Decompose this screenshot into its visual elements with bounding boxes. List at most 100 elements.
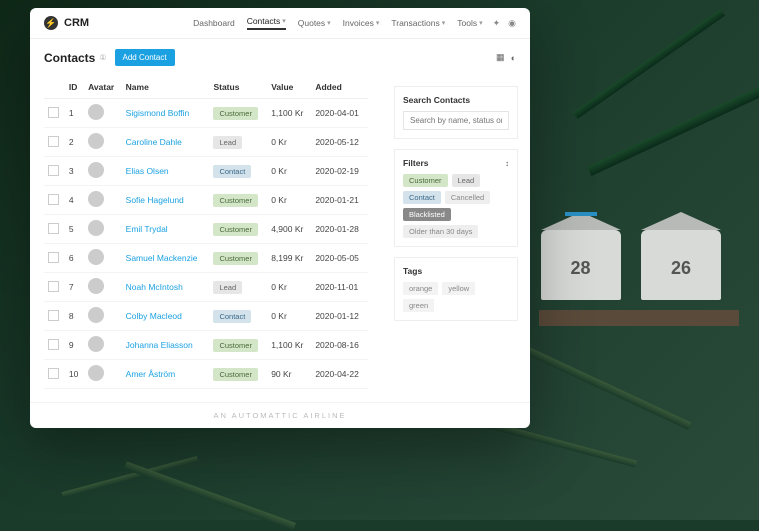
avatar[interactable] <box>88 365 104 381</box>
filter-tag[interactable]: Lead <box>452 174 481 187</box>
filter-tag[interactable]: Blacklisted <box>403 208 451 221</box>
avatar[interactable] <box>88 220 104 236</box>
row-value: 0 Kr <box>267 128 311 157</box>
row-checkbox[interactable] <box>48 194 59 205</box>
row-checkbox[interactable] <box>48 165 59 176</box>
filter-tag[interactable]: Contact <box>403 191 441 204</box>
row-added: 2020-05-05 <box>311 244 368 273</box>
brand-logo[interactable]: ⚡ CRM <box>44 16 89 30</box>
chevron-down-icon: ▾ <box>442 19 446 27</box>
contact-name-link[interactable]: Amer Åström <box>126 369 176 379</box>
filters-panel-title: Filters <box>403 158 429 168</box>
footer-text: AN AUTOMATTIC AIRLINE <box>30 402 530 428</box>
nav-item-quotes[interactable]: Quotes▾ <box>298 18 331 28</box>
status-badge: Customer <box>213 223 258 236</box>
avatar[interactable] <box>88 307 104 323</box>
table-row: 8Colby MacleodContact0 Kr2020-01-12 <box>44 302 368 331</box>
contact-name-link[interactable]: Caroline Dahle <box>126 137 182 147</box>
avatar[interactable] <box>88 278 104 294</box>
avatar[interactable] <box>88 104 104 120</box>
row-value: 90 Kr <box>267 360 311 389</box>
row-checkbox[interactable] <box>48 368 59 379</box>
column-header[interactable]: Avatar <box>84 76 122 99</box>
filters-collapse-icon[interactable]: ↕ <box>505 159 509 168</box>
notifications-icon[interactable]: ✦ <box>493 18 501 29</box>
row-checkbox[interactable] <box>48 252 59 263</box>
row-checkbox[interactable] <box>48 310 59 321</box>
topbar: ⚡ CRM Dashboard Contacts▾ Quotes▾ Invoices▾… <box>30 8 530 39</box>
column-header[interactable]: Name <box>122 76 210 99</box>
more-icon[interactable]: ◐ <box>511 53 516 63</box>
column-header[interactable]: Added <box>311 76 368 99</box>
status-badge: Lead <box>213 281 242 294</box>
table-row: 1Sigismond BoffinCustomer1,100 Kr2020-04… <box>44 99 368 128</box>
filter-tag[interactable]: Cancelled <box>445 191 490 204</box>
contact-name-link[interactable]: Noah McIntosh <box>126 282 183 292</box>
tag-pill[interactable]: green <box>403 299 434 312</box>
row-id: 5 <box>65 215 84 244</box>
contacts-table-wrap: IDAvatarNameStatusValueAdded 1 Sigismond … <box>30 76 382 402</box>
row-value: 1,100 Kr <box>267 331 311 360</box>
filter-tag[interactable]: Older than 30 days <box>403 225 478 238</box>
row-added: 2020-05-12 <box>311 128 368 157</box>
table-row: 7Noah McIntoshLead0 Kr2020-11-01 <box>44 273 368 302</box>
status-badge: Customer <box>213 339 258 352</box>
row-added: 2020-01-28 <box>311 215 368 244</box>
row-value: 8,199 Kr <box>267 244 311 273</box>
user-circle-icon[interactable]: ◉ <box>508 18 516 29</box>
tags-panel: Tags orangeyellowgreen <box>394 257 518 321</box>
filters-panel: Filters ↕ Customer Lead Contact Cancelled Bl… <box>394 149 518 247</box>
contact-name-link[interactable]: Sigismond Boffin <box>126 108 190 118</box>
row-id: 1 <box>65 99 84 128</box>
mailbox: 26 <box>641 230 721 300</box>
row-checkbox[interactable] <box>48 281 59 292</box>
tag-pill[interactable]: yellow <box>442 282 475 295</box>
nav-item-contacts[interactable]: Contacts▾ <box>247 16 286 30</box>
chevron-down-icon: ▾ <box>327 19 331 27</box>
row-added: 2020-04-01 <box>311 99 368 128</box>
bolt-icon: ⚡ <box>44 16 58 30</box>
nav-item-tools[interactable]: Tools▾ <box>457 18 482 28</box>
row-checkbox[interactable] <box>48 136 59 147</box>
contact-name-link[interactable]: Elias Olsen <box>126 166 169 176</box>
sidebar: Search Contacts Filters ↕ Customer Lead Co… <box>382 76 530 402</box>
filter-tag[interactable]: Customer <box>403 174 448 187</box>
layout-toggle-icon[interactable]: ▦ <box>496 52 505 63</box>
contacts-table: IDAvatarNameStatusValueAdded 1 Sigismond … <box>44 76 368 389</box>
chevron-down-icon: ▾ <box>479 19 483 27</box>
status-badge: Customer <box>213 368 258 381</box>
avatar[interactable] <box>88 191 104 207</box>
tag-pill[interactable]: orange <box>403 282 438 295</box>
avatar[interactable] <box>88 133 104 149</box>
table-row: 9Johanna EliassonCustomer1,100 Kr2020-08… <box>44 331 368 360</box>
contact-name-link[interactable]: Samuel Mackenzie <box>126 253 198 263</box>
nav-item-transactions[interactable]: Transactions▾ <box>391 18 445 28</box>
search-panel: Search Contacts <box>394 86 518 139</box>
nav-item-invoices[interactable]: Invoices▾ <box>343 18 380 28</box>
row-id: 9 <box>65 331 84 360</box>
contact-name-link[interactable]: Sofie Hagelund <box>126 195 184 205</box>
column-header[interactable]: ID <box>65 76 84 99</box>
row-added: 2020-04-22 <box>311 360 368 389</box>
search-panel-title: Search Contacts <box>403 95 509 105</box>
column-header[interactable]: Value <box>267 76 311 99</box>
table-row: 3Elias OlsenContact0 Kr2020-02-19 <box>44 157 368 186</box>
column-header[interactable]: Status <box>209 76 267 99</box>
mailbox-number: 26 <box>641 258 721 279</box>
row-checkbox[interactable] <box>48 339 59 350</box>
nav-item-dashboard[interactable]: Dashboard <box>193 18 235 28</box>
row-added: 2020-11-01 <box>311 273 368 302</box>
search-input[interactable] <box>403 111 509 130</box>
page-title: Contacts <box>44 51 95 65</box>
avatar[interactable] <box>88 162 104 178</box>
row-checkbox[interactable] <box>48 223 59 234</box>
add-contact-button[interactable]: Add Contact <box>115 49 175 66</box>
status-badge: Contact <box>213 165 251 178</box>
contact-name-link[interactable]: Emil Trydal <box>126 224 168 234</box>
avatar[interactable] <box>88 336 104 352</box>
contact-name-link[interactable]: Colby Macleod <box>126 311 182 321</box>
mailbox-number: 28 <box>541 258 621 279</box>
row-checkbox[interactable] <box>48 107 59 118</box>
contact-name-link[interactable]: Johanna Eliasson <box>126 340 193 350</box>
avatar[interactable] <box>88 249 104 265</box>
